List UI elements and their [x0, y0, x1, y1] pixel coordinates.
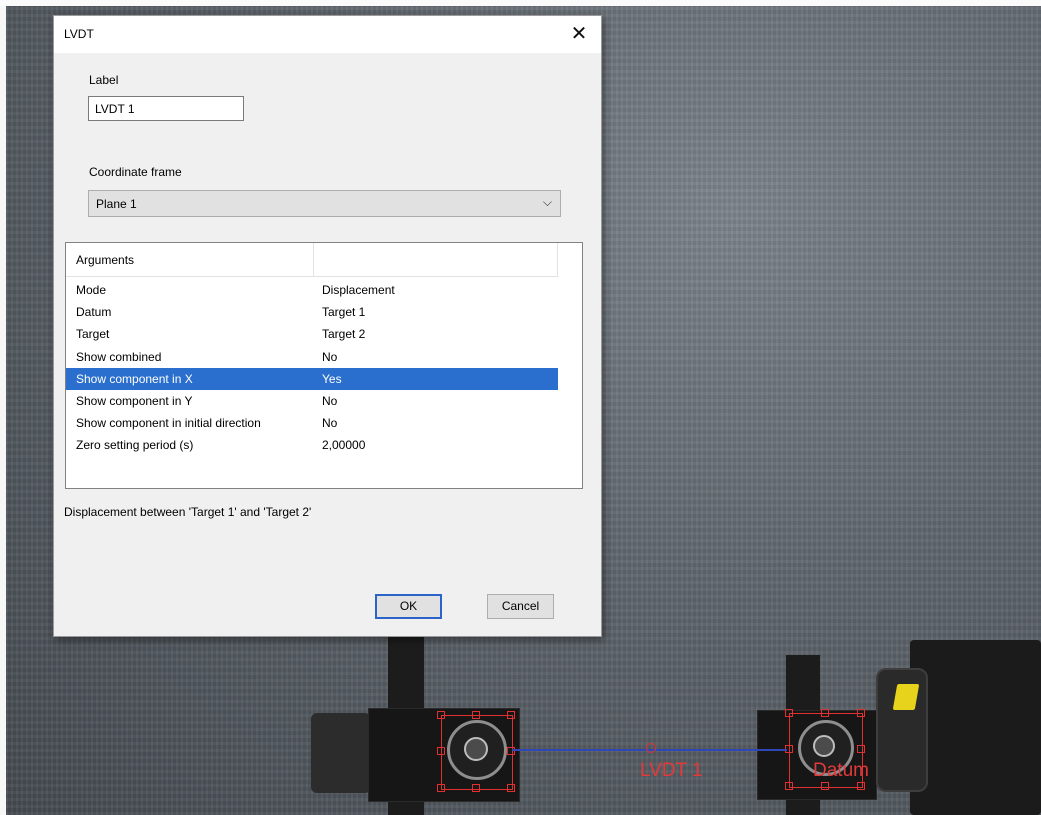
argument-key: Show component in Y — [76, 393, 193, 408]
coordinate-frame-select[interactable]: Plane 1 ⌵ — [88, 190, 561, 217]
close-icon[interactable]: ✕ — [563, 20, 595, 48]
lvdt-midpoint-marker[interactable] — [646, 743, 656, 753]
argument-key: Show component in initial direction — [76, 416, 261, 431]
argument-value[interactable]: Target 1 — [322, 305, 365, 319]
camera-body — [910, 640, 1041, 815]
target-1-handle-tl[interactable] — [437, 711, 445, 719]
ok-button[interactable]: OK — [375, 594, 442, 619]
dialog-titlebar[interactable]: LVDT ✕ — [54, 16, 601, 53]
left-mount-knob — [311, 713, 371, 793]
datum-handle-tm[interactable] — [821, 709, 829, 717]
datum-scene-label: Datum — [813, 760, 869, 781]
target-1-handle-tm[interactable] — [472, 711, 480, 719]
argument-row[interactable]: Show combined No — [66, 346, 558, 368]
argument-key: Datum — [76, 305, 112, 320]
argument-key: Zero setting period (s) — [76, 438, 194, 453]
target-1-handle-tr[interactable] — [507, 711, 515, 719]
grid-header-value-column — [314, 243, 558, 276]
argument-row[interactable]: Show component in X Yes — [66, 367, 558, 390]
arguments-rows: Mode Displacement Datum Target 1 Target Targe… — [66, 279, 558, 457]
chevron-down-icon: ⌵ — [542, 195, 552, 209]
argument-description: Displacement between 'Target 1' and 'Tar… — [64, 505, 312, 519]
argument-row[interactable]: Mode Displacement — [66, 279, 558, 301]
argument-value[interactable]: No — [322, 416, 337, 430]
argument-value[interactable]: No — [322, 394, 337, 408]
datum-handle-tr[interactable] — [857, 709, 865, 717]
camera-knob-highlight — [892, 684, 920, 710]
lvdt-dialog: LVDT ✕ Label LVDT 1 Coordinate frame Pla… — [53, 15, 602, 637]
label-input[interactable]: LVDT 1 — [88, 96, 244, 121]
argument-value[interactable]: Displacement — [322, 283, 395, 297]
datum-handle-bl[interactable] — [785, 782, 793, 790]
argument-key: Show combined — [76, 349, 162, 364]
target-1-handle-br[interactable] — [507, 784, 515, 792]
argument-row[interactable]: Show component in initial direction No — [66, 412, 558, 434]
argument-key: Target — [76, 327, 110, 342]
datum-handle-mr[interactable] — [857, 745, 865, 753]
target-1-handle-bl[interactable] — [437, 784, 445, 792]
argument-row[interactable]: Zero setting period (s) 2,00000 — [66, 434, 558, 456]
label-field-label: Label — [89, 73, 119, 87]
target-1-selection-box[interactable] — [441, 715, 513, 790]
dialog-title: LVDT — [64, 27, 94, 41]
datum-handle-bm[interactable] — [821, 782, 829, 790]
cancel-button[interactable]: Cancel — [487, 594, 554, 619]
arguments-grid[interactable]: Arguments Mode Displacement Datum Target 1 T… — [65, 242, 583, 489]
datum-handle-tl[interactable] — [785, 709, 793, 717]
target-1-handle-bm[interactable] — [472, 784, 480, 792]
coordinate-frame-label: Coordinate frame — [89, 165, 182, 179]
target-1-handle-ml[interactable] — [437, 747, 445, 755]
argument-row[interactable]: Datum Target 1 — [66, 301, 558, 323]
argument-value[interactable]: Target 2 — [322, 327, 365, 341]
argument-value[interactable]: Yes — [322, 372, 342, 386]
arguments-grid-header: Arguments — [66, 243, 558, 277]
arguments-header-label: Arguments — [76, 253, 135, 267]
lvdt-scene-label: LVDT 1 — [640, 760, 703, 781]
argument-key: Show component in X — [76, 371, 193, 386]
argument-value[interactable]: 2,00000 — [322, 438, 365, 452]
coordinate-frame-value: Plane 1 — [96, 197, 137, 211]
argument-value[interactable]: No — [322, 350, 337, 364]
argument-row[interactable]: Show component in Y No — [66, 390, 558, 412]
argument-key: Mode — [76, 283, 107, 297]
argument-row[interactable]: Target Target 2 — [66, 323, 558, 345]
datum-handle-br[interactable] — [857, 782, 865, 790]
